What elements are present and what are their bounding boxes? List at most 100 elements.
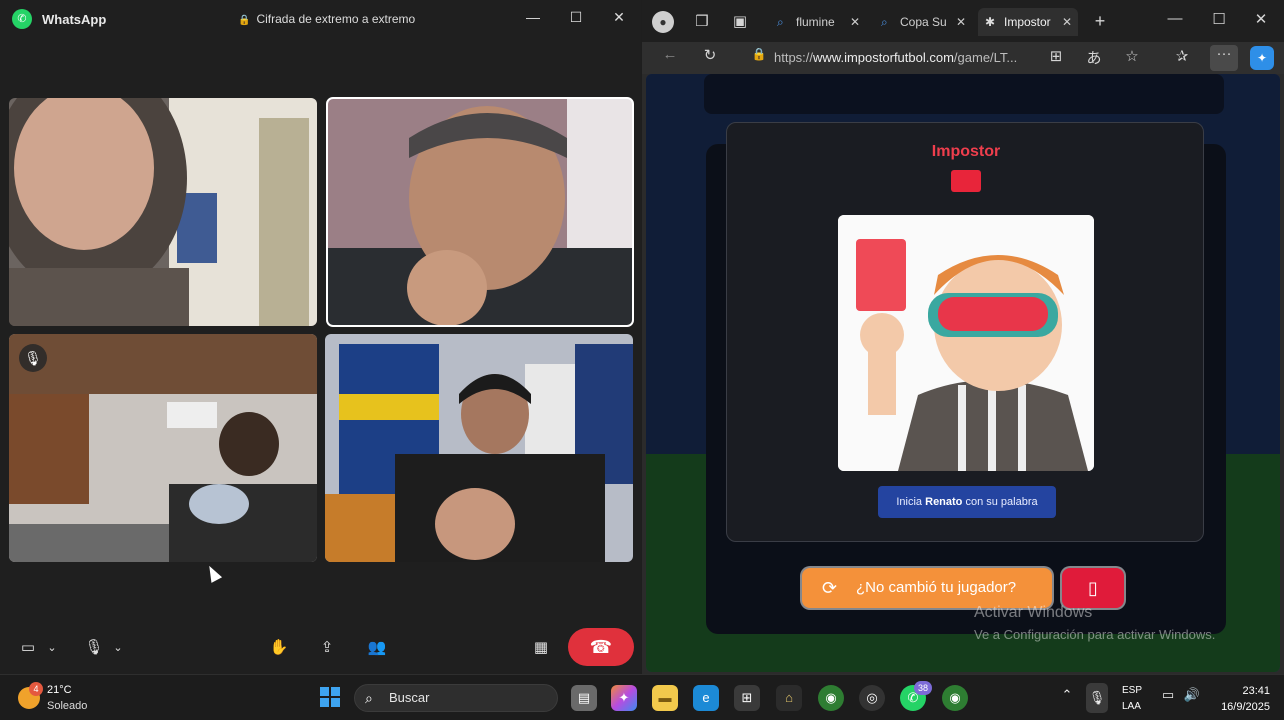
video-tile-participant-4[interactable]: [325, 334, 633, 562]
language-primary[interactable]: ESP: [1122, 685, 1142, 696]
profile-avatar[interactable]: ●: [652, 11, 674, 33]
microphone-icon[interactable]: 🎙: [82, 634, 106, 662]
tab-label: Impostor: [1004, 15, 1051, 29]
reload-icon[interactable]: ↻: [700, 46, 720, 64]
maximize-button[interactable]: ☐: [561, 6, 591, 28]
muted-mic-icon: 🎙: [19, 344, 47, 372]
referee-card-image: [838, 215, 1094, 471]
hint-suffix: con su palabra: [962, 496, 1038, 508]
network-icon[interactable]: ▭: [1158, 687, 1178, 703]
participant-2-video: [327, 98, 633, 326]
impostor-modal: Impostor Inicia Renato con su palabra: [726, 122, 1204, 542]
change-player-label: ¿No cambió tu jugador?: [856, 579, 1017, 596]
apps-icon[interactable]: ⊞: [1046, 47, 1066, 65]
chrome-icon[interactable]: ◉: [818, 685, 844, 711]
web-page: Impostor Inicia Renato con su palabra ⟳ …: [646, 74, 1280, 672]
encryption-text: Cifrada de extremo a extremo: [256, 12, 416, 26]
site-lock-icon[interactable]: 🔒: [750, 47, 768, 61]
hang-up-icon: ☎: [589, 637, 613, 657]
search-placeholder: Buscar: [389, 690, 430, 705]
whatsapp-titlebar[interactable]: ✆ WhatsApp 🔒 Cifrada de extremo a extremo…: [0, 0, 641, 38]
microphone-in-use-icon[interactable]: 🎙: [1086, 683, 1108, 713]
back-arrow-icon[interactable]: ←: [660, 46, 680, 63]
impostor-flag-icon: [951, 170, 981, 192]
app-title: WhatsApp: [42, 12, 107, 27]
more-options-icon[interactable]: ···: [1210, 45, 1238, 71]
taskbar-search[interactable]: ⌕ Buscar: [354, 684, 558, 712]
close-button[interactable]: ✕: [604, 6, 634, 28]
participant-4-video: [325, 334, 633, 562]
site-favicon-icon: ✱: [985, 15, 996, 29]
refresh-icon: ⟳: [822, 578, 838, 598]
close-tab-icon[interactable]: ✕: [956, 8, 966, 36]
chrome-secondary-icon[interactable]: ◉: [942, 685, 968, 711]
microphone-options-chevron-icon[interactable]: ⌄: [108, 634, 128, 662]
copilot-taskbar-icon[interactable]: ✦: [611, 685, 637, 711]
video-tile-participant-3[interactable]: 🎙: [9, 334, 317, 562]
weather-description[interactable]: Soleado: [47, 700, 87, 712]
workspaces-icon[interactable]: ❒: [692, 12, 712, 30]
microsoft-store-icon[interactable]: ⊞: [734, 685, 760, 711]
close-tab-icon[interactable]: ✕: [1062, 8, 1072, 36]
file-explorer-icon[interactable]: ▬: [652, 685, 678, 711]
camera-icon[interactable]: ▭: [16, 634, 40, 662]
url-field[interactable]: https://www.impostorfutbol.com/game/LT..…: [774, 47, 1064, 69]
clock-date[interactable]: 16/9/2025: [1210, 701, 1270, 713]
change-player-button[interactable]: ⟳ ¿No cambió tu jugador?: [802, 568, 1052, 608]
task-view-icon[interactable]: ▤: [571, 685, 597, 711]
close-tab-icon[interactable]: ✕: [850, 8, 860, 36]
minimize-button[interactable]: —: [1164, 10, 1186, 27]
participant-1-video: [9, 98, 317, 326]
favorites-icon[interactable]: ✰: [1172, 47, 1192, 65]
desktop: ✆ WhatsApp 🔒 Cifrada de extremo a extremo…: [0, 0, 1284, 720]
pinned-app-icon[interactable]: ⌂: [776, 685, 802, 711]
tab-label: Copa Su: [900, 15, 947, 29]
tab-copa-sudamericana[interactable]: ⌕ Copa Su ✕: [874, 8, 972, 36]
weather-badge: 4: [29, 682, 43, 696]
hint-player-name: Renato: [925, 496, 963, 508]
layout-grid-icon[interactable]: ▦: [528, 634, 554, 662]
close-button[interactable]: ✕: [1250, 10, 1272, 28]
weather-temperature[interactable]: 21°C: [47, 684, 72, 696]
tab-label: flumine: [796, 15, 835, 29]
maximize-button[interactable]: ☐: [1208, 10, 1230, 28]
encryption-label: 🔒 Cifrada de extremo a extremo: [238, 12, 415, 26]
lock-icon: 🔒: [238, 15, 251, 26]
search-icon: ⌕: [365, 690, 373, 706]
search-icon: ⌕: [881, 15, 888, 29]
copilot-icon[interactable]: ✦: [1250, 46, 1274, 70]
taskbar: 4 21°C Soleado ⌕ Buscar ▤ ✦ ▬ e ⊞ ⌂ ◉ ◎ ✆…: [0, 674, 1284, 720]
tab-actions-icon[interactable]: ▣: [730, 12, 750, 30]
url-domain: www.impostorfutbol.com: [813, 50, 954, 65]
new-tab-icon[interactable]: +: [1090, 11, 1110, 32]
video-tile-participant-1[interactable]: [9, 98, 317, 326]
whatsapp-unread-badge: 38: [914, 681, 932, 695]
participant-3-video: [9, 334, 317, 562]
windows-start-icon[interactable]: [320, 687, 340, 707]
video-tile-participant-2[interactable]: [326, 97, 634, 327]
call-toolbar: ▭ ⌄ 🎙 ⌄ ✋ ⇪ 👥 ▦: [0, 620, 641, 674]
clock-time[interactable]: 23:41: [1226, 685, 1270, 697]
starting-player-hint: Inicia Renato con su palabra: [878, 486, 1056, 518]
language-secondary[interactable]: LAA: [1122, 701, 1141, 712]
tab-fluminense[interactable]: ⌕ flumine ✕: [770, 8, 866, 36]
tab-impostor[interactable]: ✱ Impostor ✕: [978, 8, 1078, 36]
rules-book-button[interactable]: ▯: [1062, 568, 1124, 608]
share-screen-icon[interactable]: ⇪: [314, 634, 340, 662]
favorite-star-icon[interactable]: ☆: [1122, 47, 1142, 65]
show-hidden-icons-chevron-icon[interactable]: ⌃: [1058, 687, 1076, 703]
camera-options-chevron-icon[interactable]: ⌄: [42, 634, 62, 662]
read-aloud-icon[interactable]: あ: [1084, 47, 1104, 68]
whatsapp-call-window: ✆ WhatsApp 🔒 Cifrada de extremo a extremo…: [0, 0, 641, 674]
edge-browser-icon[interactable]: e: [693, 685, 719, 711]
activate-windows-subtitle: Ve a Configuración para activar Windows.: [974, 627, 1216, 642]
url-path: /game/LT...: [953, 50, 1018, 65]
end-call-button[interactable]: ☎: [568, 628, 634, 666]
raise-hand-icon[interactable]: ✋: [266, 634, 292, 662]
minimize-button[interactable]: —: [518, 6, 548, 28]
volume-icon[interactable]: 🔊: [1182, 687, 1202, 703]
book-icon: ▯: [1088, 578, 1098, 598]
participants-icon[interactable]: 👥: [364, 634, 390, 662]
chrome-profile-icon[interactable]: ◎: [859, 685, 885, 711]
activate-windows-title: Activar Windows: [974, 604, 1093, 621]
